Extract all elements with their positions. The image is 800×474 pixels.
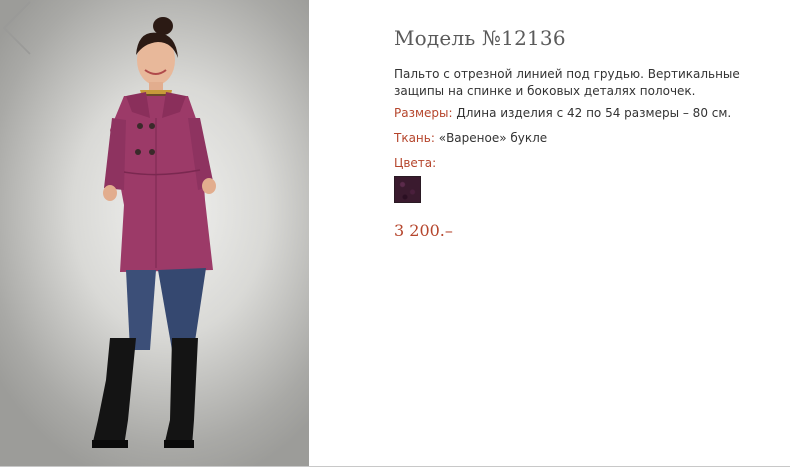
model-illustration — [92, 17, 216, 448]
product-description: Пальто с отрезной линией под грудью. Вер… — [394, 67, 740, 98]
sizes-label: Размеры: — [394, 106, 453, 120]
product-price: 3 200.– — [394, 221, 453, 240]
colors-label: Цвета: — [394, 156, 437, 170]
sizes-value: Длина изделия с 42 по 54 размеры – 80 см… — [456, 106, 732, 120]
color-swatch[interactable] — [394, 176, 421, 203]
divider — [0, 466, 790, 467]
colors-row: Цвета: — [394, 155, 774, 172]
product-title: Модель №12136 — [394, 26, 566, 50]
fabric-label: Ткань: — [394, 131, 435, 145]
sizes-row: Размеры: Длина изделия с 42 по 54 размер… — [394, 105, 774, 122]
product-page: Модель №12136 Пальто с отрезной линией п… — [0, 0, 800, 474]
product-info: Модель №12136 Пальто с отрезной линией п… — [394, 26, 774, 240]
product-photo — [0, 0, 309, 466]
chevron-left-icon[interactable] — [0, 0, 34, 56]
fabric-value: «Вареное» букле — [438, 131, 548, 145]
fabric-row: Ткань: «Вареное» букле — [394, 130, 774, 147]
